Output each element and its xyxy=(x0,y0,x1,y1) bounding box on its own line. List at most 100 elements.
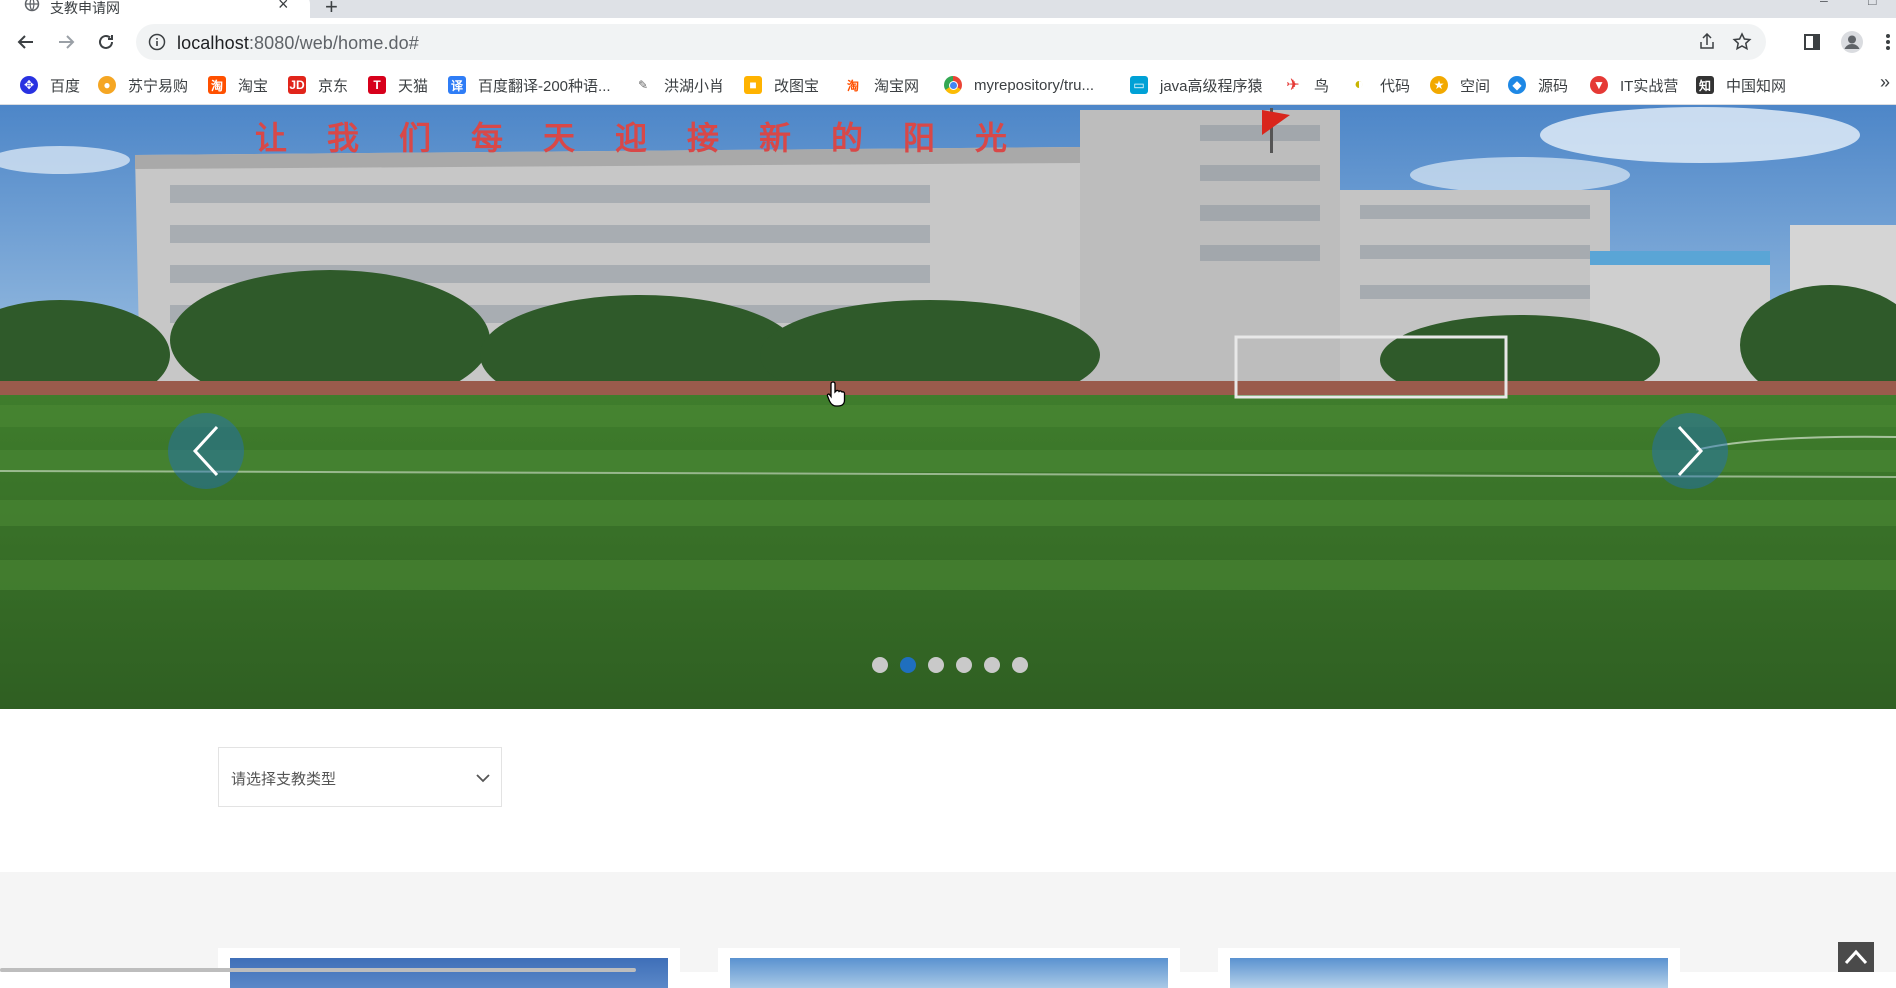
chevron-up-icon xyxy=(1844,949,1868,965)
bookmark-label: 京东 xyxy=(318,77,349,95)
jd-icon: JD xyxy=(288,76,306,94)
bilibili-icon: ▭ xyxy=(1130,76,1148,94)
horizontal-scrollbar[interactable] xyxy=(0,968,636,972)
cards-section xyxy=(0,872,1896,988)
bookmark-label: 淘宝网 xyxy=(874,77,920,95)
bookmark-label: IT实战营 xyxy=(1620,77,1679,95)
carousel-image xyxy=(0,105,1896,709)
address-bar[interactable]: localhost:8080/web/home.do# xyxy=(136,24,1766,60)
bookmark-source[interactable]: ◆ 源码 xyxy=(1508,74,1568,96)
carousel-dot[interactable] xyxy=(984,657,1000,673)
bookmarks-more-icon[interactable]: » xyxy=(1880,72,1890,93)
forward-button[interactable] xyxy=(54,30,78,54)
back-button[interactable] xyxy=(14,30,38,54)
bookmark-gaitubao[interactable]: ■ 改图宝 xyxy=(744,74,819,96)
bookmark-qzone[interactable]: ★ 空间 xyxy=(1430,74,1490,96)
bookmark-tmall[interactable]: T 天猫 xyxy=(368,74,428,96)
tab-close-icon[interactable]: × xyxy=(278,0,289,15)
carousel-dot[interactable] xyxy=(1012,657,1028,673)
bookmark-cnki[interactable]: 知 中国知网 xyxy=(1696,74,1786,96)
card-image xyxy=(1230,958,1668,988)
info-icon[interactable] xyxy=(148,33,166,51)
carousel-dot-active[interactable] xyxy=(900,657,916,673)
bookmark-label: 空间 xyxy=(1460,77,1491,95)
carousel-indicators xyxy=(872,657,1028,673)
maximize-icon[interactable]: □ xyxy=(1868,0,1876,8)
chrome-icon xyxy=(944,76,962,94)
moon-icon: ◐ xyxy=(1354,76,1364,93)
bookmark-label: 鸟 xyxy=(1314,77,1330,95)
project-card[interactable] xyxy=(718,948,1180,988)
reload-button[interactable] xyxy=(94,30,118,54)
side-panel-icon xyxy=(1804,34,1820,50)
tmall-icon: T xyxy=(368,76,386,94)
card-image xyxy=(730,958,1168,988)
bookmark-label: 代码 xyxy=(1380,77,1411,95)
carousel-banner[interactable]: 让我们每天迎接新的阳光 xyxy=(0,105,1896,709)
bookmark-code[interactable]: ◐ 代码 xyxy=(1350,74,1410,96)
browser-tab[interactable]: 支教申请网 × xyxy=(0,0,310,18)
it-icon: ▼ xyxy=(1590,76,1608,94)
fish-icon: ◆ xyxy=(1508,76,1526,94)
arrow-right-icon xyxy=(59,35,75,49)
bookmark-taobaowang[interactable]: 淘 淘宝网 xyxy=(844,74,919,96)
chevron-right-icon xyxy=(1677,425,1704,477)
carousel-dot[interactable] xyxy=(872,657,888,673)
bookmark-label: 百度翻译-200种语... xyxy=(478,77,611,95)
carousel-prev-button[interactable] xyxy=(168,413,244,489)
menu-button[interactable] xyxy=(1876,30,1896,54)
bookmark-bird[interactable]: ✈ 鸟 xyxy=(1284,74,1329,96)
url-path: :8080/web/home.do# xyxy=(248,33,419,53)
bookmark-label: 苏宁易购 xyxy=(128,77,189,95)
bookmark-suning[interactable]: ● 苏宁易购 xyxy=(98,74,188,96)
bookmark-label: myrepository/tru... xyxy=(974,76,1095,94)
back-to-top-button[interactable] xyxy=(1838,942,1874,972)
suning-icon: ● xyxy=(98,76,116,94)
globe-icon xyxy=(24,0,40,12)
card-image xyxy=(230,958,668,988)
bookmark-java[interactable]: ▭ java高级程序猿 xyxy=(1130,74,1263,96)
url-text[interactable]: localhost:8080/web/home.do# xyxy=(177,33,419,54)
carousel-next-button[interactable] xyxy=(1652,413,1728,489)
side-panel-button[interactable] xyxy=(1800,30,1824,54)
gaitubao-icon: ■ xyxy=(744,76,762,94)
share-icon[interactable] xyxy=(1698,33,1716,51)
chevron-down-icon xyxy=(476,774,490,783)
select-placeholder: 请选择支教类型 xyxy=(231,771,337,788)
bookmark-myrepository[interactable]: myrepository/tru... xyxy=(944,74,1094,96)
project-card[interactable] xyxy=(1218,948,1680,988)
arrow-left-icon xyxy=(17,35,33,49)
qzone-icon: ★ xyxy=(1430,76,1448,94)
bookmark-label: 改图宝 xyxy=(774,77,820,95)
bookmark-taobao[interactable]: 淘 淘宝 xyxy=(208,74,268,96)
baidu-icon: ✥ xyxy=(20,76,38,94)
minimize-icon[interactable]: – xyxy=(1820,0,1828,8)
kebab-menu-icon xyxy=(1886,34,1890,50)
avatar-icon xyxy=(1841,31,1863,53)
bookmark-label: 百度 xyxy=(50,77,81,95)
bookmark-label: java高级程序猿 xyxy=(1160,77,1263,95)
bird-icon: ✈ xyxy=(1286,77,1300,94)
tab-title: 支教申请网 xyxy=(50,0,120,16)
bookmark-label: 淘宝 xyxy=(238,77,269,95)
taobao-icon: 淘 xyxy=(846,78,859,93)
carousel-dot[interactable] xyxy=(956,657,972,673)
carousel-dot[interactable] xyxy=(928,657,944,673)
bookmark-label: 天猫 xyxy=(398,77,429,95)
url-host: localhost xyxy=(177,33,249,53)
profile-button[interactable] xyxy=(1840,30,1864,54)
browser-toolbar: localhost:8080/web/home.do# xyxy=(0,18,1896,66)
chevron-left-icon xyxy=(192,425,219,477)
bookmark-label: 洪湖小肖 xyxy=(664,77,725,95)
bookmark-jd[interactable]: JD 京东 xyxy=(288,74,348,96)
filter-section: 请选择支教类型 xyxy=(0,709,1896,872)
bookmark-label: 源码 xyxy=(1538,77,1569,95)
star-icon[interactable] xyxy=(1732,32,1752,52)
bookmark-it[interactable]: ▼ IT实战营 xyxy=(1590,74,1678,96)
bookmark-honghu[interactable]: ✎ 洪湖小肖 xyxy=(634,74,724,96)
bookmark-baidu-translate[interactable]: 译 百度翻译-200种语... xyxy=(448,74,611,96)
new-tab-icon[interactable]: + xyxy=(325,0,338,18)
cnki-icon: 知 xyxy=(1696,76,1714,94)
teaching-type-select[interactable]: 请选择支教类型 xyxy=(218,747,502,807)
bookmark-baidu[interactable]: ✥ 百度 xyxy=(20,74,80,96)
